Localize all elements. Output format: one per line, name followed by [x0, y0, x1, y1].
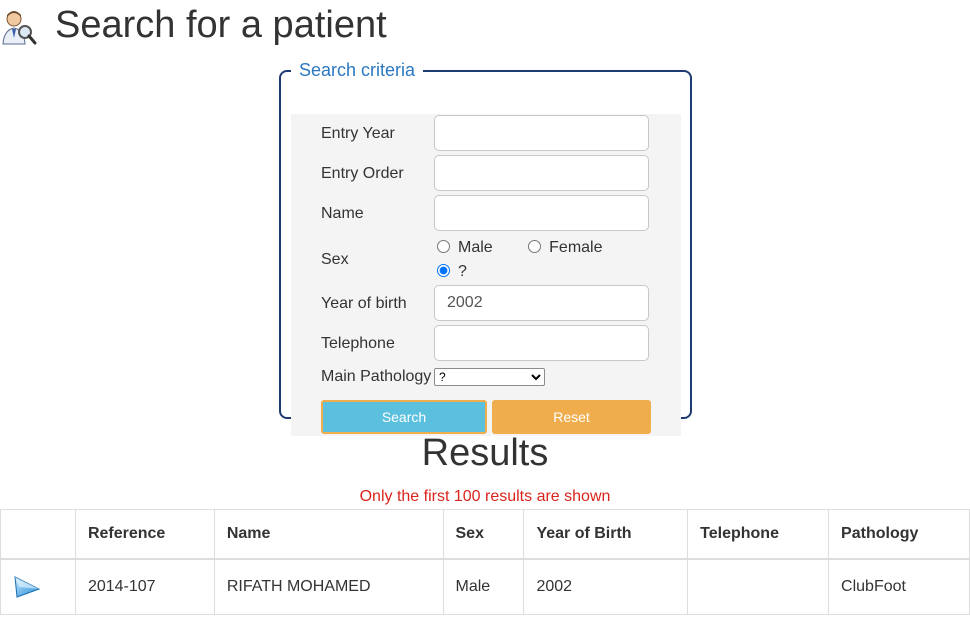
row-year-of-birth: 2002 — [523, 558, 689, 615]
column-header-reference: Reference — [74, 509, 215, 560]
entry-order-label: Entry Order — [321, 165, 404, 182]
column-header-pathology: Pathology — [828, 509, 970, 560]
row-pathology: ClubFoot — [828, 558, 970, 615]
results-table: Reference Name Sex Year of Birth Telepho… — [0, 509, 970, 615]
button-row: Search Reset — [321, 400, 651, 434]
entry-year-input[interactable] — [434, 115, 649, 151]
search-criteria-legend: Search criteria — [299, 60, 416, 80]
row-telephone — [687, 558, 830, 615]
sex-unknown-option[interactable]: ? — [434, 263, 467, 280]
column-header-year-of-birth: Year of Birth — [523, 509, 689, 560]
year-of-birth-input[interactable] — [434, 285, 649, 321]
column-header-action — [0, 509, 76, 560]
search-criteria-fieldset: Search criteria Entry Year Entry Order N… — [279, 60, 692, 436]
sex-female-radio[interactable] — [528, 240, 542, 253]
sex-female-label: Female — [549, 239, 603, 256]
column-header-telephone: Telephone — [687, 509, 830, 560]
results-title: Results — [421, 432, 549, 474]
main-pathology-label: Main Pathology — [321, 368, 432, 385]
column-header-name: Name — [213, 509, 444, 560]
page-title: Search for a patient — [55, 4, 387, 46]
page-header: Search for a patient — [0, 0, 970, 50]
sex-row: Sex Male Female ? — [321, 235, 651, 285]
row-name: RIFATH MOHAMED — [213, 558, 444, 615]
table-header-row: Reference Name Sex Year of Birth Telepho… — [0, 509, 970, 560]
row-action-cell — [0, 558, 76, 615]
search-form: Entry Year Entry Order Name Sex Male Fem… — [291, 114, 681, 436]
results-limit-notice: Only the first 100 results are shown — [359, 488, 611, 505]
entry-year-label: Entry Year — [321, 125, 395, 142]
search-button[interactable]: Search — [321, 400, 487, 434]
name-input[interactable] — [434, 195, 649, 231]
row-reference: 2014-107 — [74, 558, 215, 615]
column-header-sex: Sex — [442, 509, 525, 560]
table-row: 2014-107 RIFATH MOHAMED Male 2002 ClubFo… — [0, 558, 970, 615]
name-label: Name — [321, 205, 364, 222]
sex-male-option[interactable]: Male — [434, 239, 493, 256]
reset-button[interactable]: Reset — [492, 400, 651, 434]
play-arrow-icon[interactable] — [13, 575, 41, 599]
sex-radio-line-2: ? — [434, 263, 467, 281]
sex-radio-line-1: Male Female — [434, 239, 603, 257]
sex-unknown-label: ? — [458, 263, 467, 280]
main-pathology-select[interactable]: ? — [434, 368, 545, 386]
entry-order-input[interactable] — [434, 155, 649, 191]
telephone-input[interactable] — [434, 325, 649, 361]
sex-female-option[interactable]: Female — [525, 239, 603, 256]
year-of-birth-label: Year of birth — [321, 295, 407, 312]
sex-label: Sex — [321, 251, 349, 268]
sex-unknown-radio[interactable] — [437, 264, 450, 277]
sex-male-label: Male — [458, 239, 493, 256]
telephone-label: Telephone — [321, 335, 395, 352]
row-sex: Male — [442, 558, 525, 615]
sex-male-radio[interactable] — [437, 240, 450, 253]
patient-search-icon — [2, 11, 37, 45]
